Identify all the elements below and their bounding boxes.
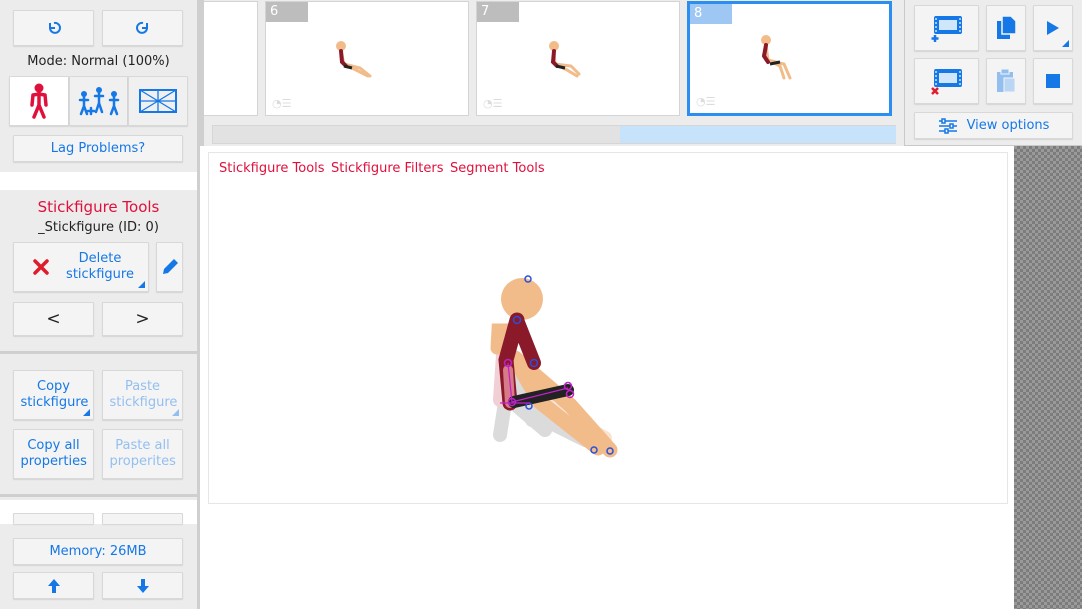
- undo-icon: [48, 21, 61, 34]
- arrow-down-icon: [136, 578, 149, 593]
- copy-frame-icon: [997, 15, 1017, 39]
- tab-single-stickfigure[interactable]: [9, 76, 69, 126]
- add-frame-button[interactable]: [914, 5, 979, 51]
- play-button[interactable]: [1033, 5, 1073, 51]
- edit-stickfigure-button[interactable]: [156, 242, 183, 292]
- menu-segment-tools[interactable]: Segment Tools: [450, 161, 545, 176]
- paste-all-properties-button[interactable]: Paste all properites: [102, 429, 183, 479]
- frame-thumbnail: [761, 35, 792, 80]
- partial-button[interactable]: [13, 513, 94, 524]
- timeline-frame[interactable]: 7 ◔☰: [476, 1, 680, 116]
- frame-thumbnail: [549, 41, 581, 78]
- canvas-background-checker: [1014, 146, 1082, 609]
- move-down-button[interactable]: [102, 572, 183, 599]
- selected-figure-label: _Stickfigure (ID: 0): [38, 220, 159, 235]
- arrow-up-icon: [47, 578, 60, 593]
- timeline-frame-partial[interactable]: [204, 1, 258, 116]
- frame-number: 6: [266, 2, 308, 22]
- timeline-frame-active[interactable]: 8 ◔☰: [687, 1, 892, 116]
- sliders-icon: [938, 117, 957, 134]
- stop-button[interactable]: [1033, 58, 1073, 104]
- frame-settings-icon: ◔☰: [272, 97, 292, 110]
- frame-settings-icon: ◔☰: [483, 97, 503, 110]
- stickfigure[interactable]: [470, 260, 640, 470]
- redo-icon: [135, 21, 148, 34]
- stickfigure-head[interactable]: [501, 278, 543, 320]
- copy-all-label: Copy all properties: [20, 438, 87, 469]
- copy-stickfigure-label: Copy stickfigure: [20, 379, 89, 410]
- delete-frame-button[interactable]: [914, 58, 979, 104]
- add-frame-icon: [931, 16, 962, 42]
- copy-all-properties-button[interactable]: Copy all properties: [13, 429, 94, 479]
- pencil-icon: [162, 259, 178, 274]
- view-options-label: View options: [966, 117, 1050, 133]
- scrollbar-thumb[interactable]: [620, 126, 896, 143]
- lag-problems-button[interactable]: Lag Problems?: [13, 135, 183, 162]
- left-panel: Mode: Normal (100%) Lag Problems? Stickf…: [0, 0, 197, 609]
- memory-indicator[interactable]: Memory: 26MB: [13, 538, 183, 565]
- corner-indicator: [1062, 40, 1069, 47]
- menu-stickfigure-filters[interactable]: Stickfigure Filters: [331, 161, 443, 176]
- paste-stickfigure-button[interactable]: Paste stickfigure: [102, 370, 183, 420]
- timeline-frame[interactable]: 6 ◔☰: [265, 1, 469, 116]
- partial-button[interactable]: [102, 513, 183, 524]
- timeline-scrollbar[interactable]: [212, 125, 896, 144]
- divider: [0, 494, 197, 497]
- play-icon: [1047, 21, 1059, 35]
- paste-all-label: Paste all properites: [109, 438, 176, 469]
- tab-group-stickfigures[interactable]: [69, 76, 128, 126]
- delete-stickfigure-label: Delete stickfigure: [66, 251, 134, 282]
- copy-frame-button[interactable]: [986, 5, 1026, 51]
- move-up-button[interactable]: [13, 572, 94, 599]
- corner-indicator: [138, 281, 145, 288]
- redo-button[interactable]: [102, 10, 183, 46]
- corner-indicator: [83, 409, 90, 416]
- corner-indicator: [172, 409, 179, 416]
- panel-spacer: [0, 172, 197, 190]
- paste-stickfigure-label: Paste stickfigure: [109, 379, 178, 410]
- mode-label: Mode: Normal (100%): [27, 54, 170, 69]
- delete-stickfigure-button[interactable]: Delete stickfigure: [13, 242, 149, 292]
- scene-icon: [139, 89, 177, 113]
- single-stickfigure-icon: [30, 83, 48, 119]
- right-panel: View options: [905, 0, 1082, 145]
- divider: [0, 351, 197, 354]
- undo-button[interactable]: [13, 10, 94, 46]
- view-options-button[interactable]: View options: [914, 112, 1073, 139]
- prev-stickfigure-button[interactable]: <: [13, 302, 94, 336]
- section-title: Stickfigure Tools: [37, 198, 160, 216]
- copy-stickfigure-button[interactable]: Copy stickfigure: [13, 370, 94, 420]
- frame-settings-icon: ◔☰: [696, 95, 716, 108]
- next-stickfigure-button[interactable]: >: [102, 302, 183, 336]
- delete-frame-icon: [930, 69, 962, 95]
- timeline: 6 ◔☰ 7 ◔☰ 8 ◔☰: [204, 0, 904, 146]
- delete-x-icon: [33, 259, 49, 275]
- frame-number: 7: [477, 2, 519, 22]
- frame-thumbnail: [336, 41, 372, 78]
- tab-scene[interactable]: [128, 76, 188, 126]
- group-stickfigures-icon: [78, 87, 119, 116]
- stop-icon: [1046, 74, 1060, 88]
- paste-frame-button[interactable]: [986, 58, 1026, 104]
- menu-stickfigure-tools[interactable]: Stickfigure Tools: [219, 161, 325, 176]
- frame-number: 8: [690, 4, 732, 24]
- paste-frame-icon: [997, 68, 1016, 93]
